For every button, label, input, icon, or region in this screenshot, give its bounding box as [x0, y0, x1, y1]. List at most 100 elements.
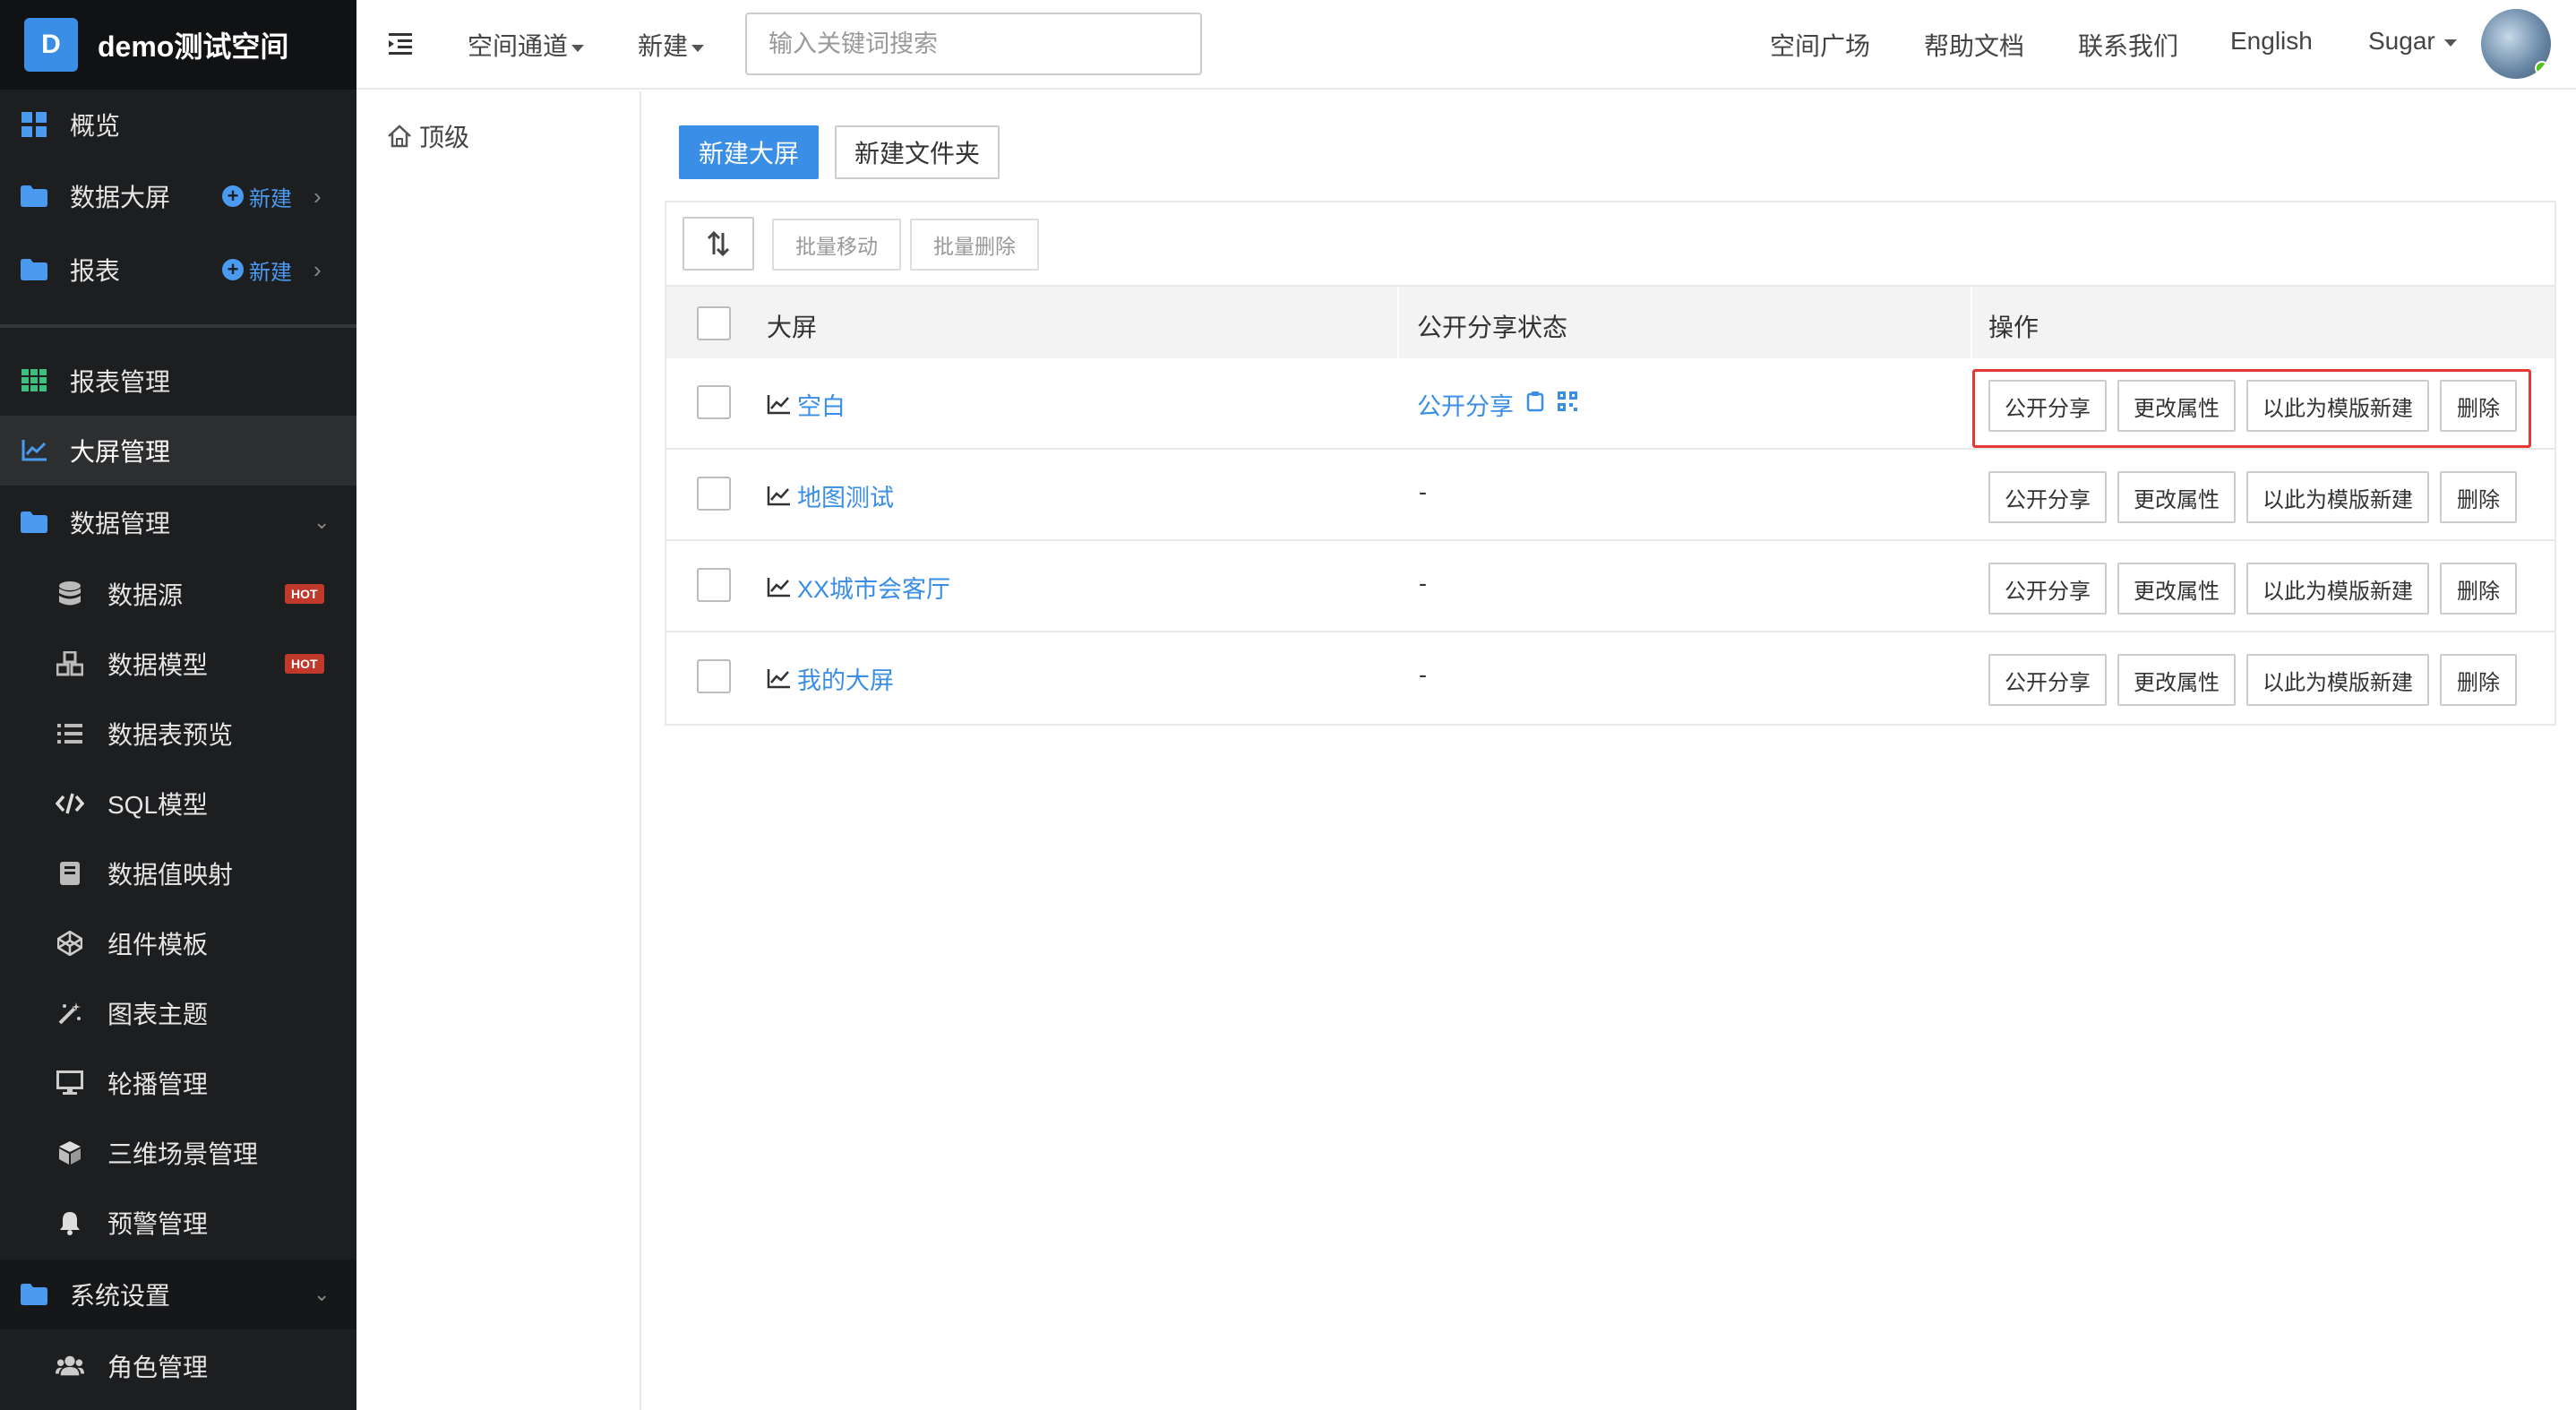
search-input[interactable]	[745, 13, 1202, 75]
column-header-screen: 大屏	[767, 314, 818, 341]
chevron-down-icon: ⌄	[313, 1283, 331, 1305]
row-checkbox[interactable]	[697, 659, 731, 693]
sidebar-item-carousel[interactable]: 轮播管理	[0, 1048, 356, 1118]
sidebar-item-chart-theme[interactable]: 图表主题	[0, 978, 356, 1048]
sidebar-item-settings[interactable]: 系统设置 ⌄	[0, 1260, 356, 1329]
row-checkbox[interactable]	[697, 385, 731, 419]
cube-icon	[56, 1139, 84, 1167]
folder-tree-panel: 顶级	[356, 91, 641, 1410]
dashboard-grid-icon	[20, 110, 48, 139]
screen-name-link[interactable]: 我的大屏	[767, 661, 894, 696]
chevron-down-icon: ⌄	[313, 511, 331, 533]
new-screen-link[interactable]: + 新建	[222, 181, 292, 212]
sort-button[interactable]	[683, 217, 754, 271]
sidebar-item-label: 系统设置	[70, 1282, 171, 1310]
new-folder-button[interactable]: 新建文件夹	[835, 125, 1000, 179]
sidebar-item-report-mgmt[interactable]: 报表管理	[0, 346, 356, 416]
folder-icon	[20, 1280, 48, 1309]
table-row: XX城市会客厅 - 公开分享 更改属性 以此为模版新建 删除	[666, 541, 2555, 632]
space-plaza-link[interactable]: 空间广场	[1770, 27, 1870, 63]
new-from-template-button[interactable]: 以此为模版新建	[2246, 654, 2429, 706]
screen-name-link[interactable]: XX城市会客厅	[767, 570, 950, 605]
top-bar: 空间通道 新建 空间广场 帮助文档 联系我们 English Sugar	[356, 0, 2576, 90]
sidebar-item-screen-mgmt[interactable]: 大屏管理	[0, 416, 356, 486]
sidebar-item-label: 报表管理	[70, 368, 171, 396]
sidebar-item-label: 数据大屏	[70, 184, 171, 211]
sidebar-item-datasource[interactable]: 数据源 HOT	[0, 559, 356, 629]
public-share-link[interactable]: 公开分享	[1417, 387, 1514, 422]
collapse-menu-icon[interactable]	[387, 30, 414, 57]
sidebar-item-data-model[interactable]: 数据模型 HOT	[0, 629, 356, 699]
sidebar: D demo测试空间 概览 数据大屏 +新建 › 报表 +新建 › 报表管理	[0, 0, 356, 1410]
sidebar-item-label: 角色管理	[107, 1354, 209, 1381]
edit-properties-button[interactable]: 更改属性	[2117, 654, 2236, 706]
edit-properties-button[interactable]: 更改属性	[2117, 471, 2236, 523]
new-dropdown[interactable]: 新建	[638, 27, 705, 63]
line-chart-icon	[767, 486, 790, 505]
sidebar-item-sql-model[interactable]: SQL模型	[0, 769, 356, 838]
share-status: -	[1419, 478, 1427, 505]
row-checkbox[interactable]	[697, 477, 731, 511]
line-chart-icon	[767, 394, 790, 414]
help-docs-link[interactable]: 帮助文档	[1924, 27, 2024, 63]
user-dropdown[interactable]: Sugar	[2368, 27, 2457, 56]
sidebar-item-table-preview[interactable]: 数据表预览	[0, 699, 356, 769]
sidebar-item-roles[interactable]: 角色管理	[0, 1331, 356, 1401]
column-divider	[1397, 287, 1399, 360]
delete-button[interactable]: 删除	[2440, 654, 2517, 706]
column-header-actions: 操作	[1988, 314, 2039, 341]
space-logo: D	[24, 18, 78, 72]
hot-badge: HOT	[285, 584, 324, 604]
sidebar-item-reports[interactable]: 报表 + 新建 ›	[0, 235, 356, 305]
qr-code-icon[interactable]	[1557, 391, 1578, 418]
sidebar-item-label: 数据模型	[107, 651, 209, 679]
row-checkbox[interactable]	[697, 568, 731, 602]
sidebar-item-label: 数据表预览	[107, 721, 234, 749]
sidebar-item-label: 概览	[70, 112, 121, 140]
public-share-button[interactable]: 公开分享	[1988, 471, 2107, 523]
batch-delete-button[interactable]: 批量删除	[910, 219, 1039, 271]
edit-properties-button[interactable]: 更改属性	[2117, 563, 2236, 615]
delete-button[interactable]: 删除	[2440, 471, 2517, 523]
sidebar-item-scene3d[interactable]: 三维场景管理	[0, 1118, 356, 1188]
sidebar-item-component-tpl[interactable]: 组件模板	[0, 908, 356, 978]
avatar[interactable]	[2481, 9, 2551, 79]
plus-circle-icon: +	[222, 185, 244, 207]
sidebar-item-label: 大屏管理	[70, 438, 171, 466]
codepen-icon	[56, 929, 84, 958]
public-share-button[interactable]: 公开分享	[1988, 563, 2107, 615]
folder-icon	[20, 182, 48, 211]
new-report-link[interactable]: + 新建	[222, 254, 292, 286]
share-status: -	[1419, 661, 1427, 688]
language-link[interactable]: English	[2230, 27, 2313, 56]
copy-clipboard-icon[interactable]	[1526, 391, 1544, 418]
public-share-button[interactable]: 公开分享	[1988, 654, 2107, 706]
sidebar-item-screens[interactable]: 数据大屏 + 新建 ›	[0, 161, 356, 231]
new-from-template-button[interactable]: 以此为模版新建	[2246, 563, 2429, 615]
table-header: 大屏 公开分享状态 操作	[666, 285, 2555, 360]
delete-button[interactable]: 删除	[2440, 563, 2517, 615]
select-all-checkbox[interactable]	[697, 306, 731, 340]
batch-move-button[interactable]: 批量移动	[772, 219, 901, 271]
sidebar-item-label: 数据管理	[70, 510, 171, 537]
share-status: -	[1419, 570, 1427, 597]
sidebar-item-alert[interactable]: 预警管理	[0, 1188, 356, 1258]
new-from-template-button[interactable]: 以此为模版新建	[2246, 471, 2429, 523]
caret-down-icon	[691, 44, 705, 52]
database-icon	[56, 580, 84, 608]
folder-root[interactable]: 顶级	[387, 118, 469, 154]
screen-name-link[interactable]: 空白	[767, 387, 846, 422]
sidebar-item-data-mgmt[interactable]: 数据管理 ⌄	[0, 487, 356, 557]
screen-name-link[interactable]: 地图测试	[767, 478, 894, 513]
share-status: 公开分享	[1417, 387, 1578, 422]
table-row: 地图测试 - 公开分享 更改属性 以此为模版新建 删除	[666, 450, 2555, 541]
brand[interactable]: D demo测试空间	[0, 0, 356, 90]
space-channel-dropdown[interactable]: 空间通道	[468, 27, 585, 63]
sidebar-item-label: 数据值映射	[107, 861, 234, 889]
sidebar-item-overview[interactable]: 概览	[0, 90, 356, 159]
new-screen-button[interactable]: 新建大屏	[679, 125, 819, 179]
book-icon	[56, 859, 84, 888]
space-title: demo测试空间	[98, 30, 289, 63]
sidebar-item-value-mapping[interactable]: 数据值映射	[0, 838, 356, 908]
contact-link[interactable]: 联系我们	[2078, 27, 2178, 63]
